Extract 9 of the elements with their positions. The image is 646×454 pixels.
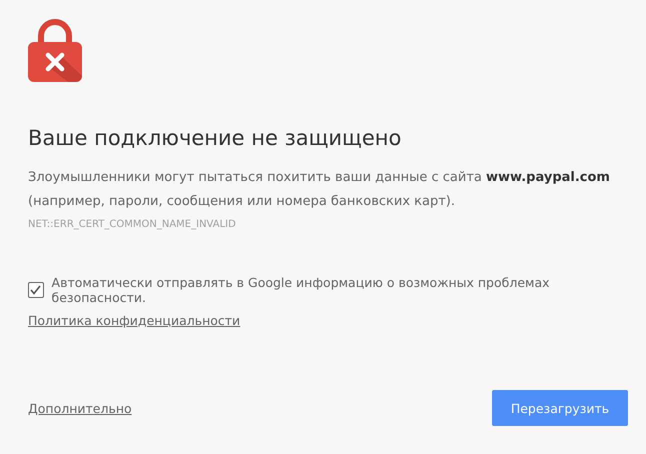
error-code: NET::ERR_CERT_COMMON_NAME_INVALID	[28, 219, 237, 230]
lock-error-icon	[28, 18, 82, 82]
reload-button[interactable]: Перезагрузить	[492, 390, 628, 426]
privacy-policy-link[interactable]: Политика конфиденциальности	[28, 313, 240, 328]
page-heading: Ваше подключение не защищено	[28, 125, 402, 152]
warning-message: Злоумышленники могут пытаться похитить ваши данные с сайта www.paypal.com (например, пароли, сообщения или номера банковских карт).	[28, 169, 611, 211]
checkbox-label: Автоматически отправлять в Google информацию о возможных проблемах безопасности.	[52, 275, 551, 305]
advanced-link[interactable]: Дополнительно	[28, 400, 132, 416]
report-checkbox[interactable]	[28, 282, 44, 298]
